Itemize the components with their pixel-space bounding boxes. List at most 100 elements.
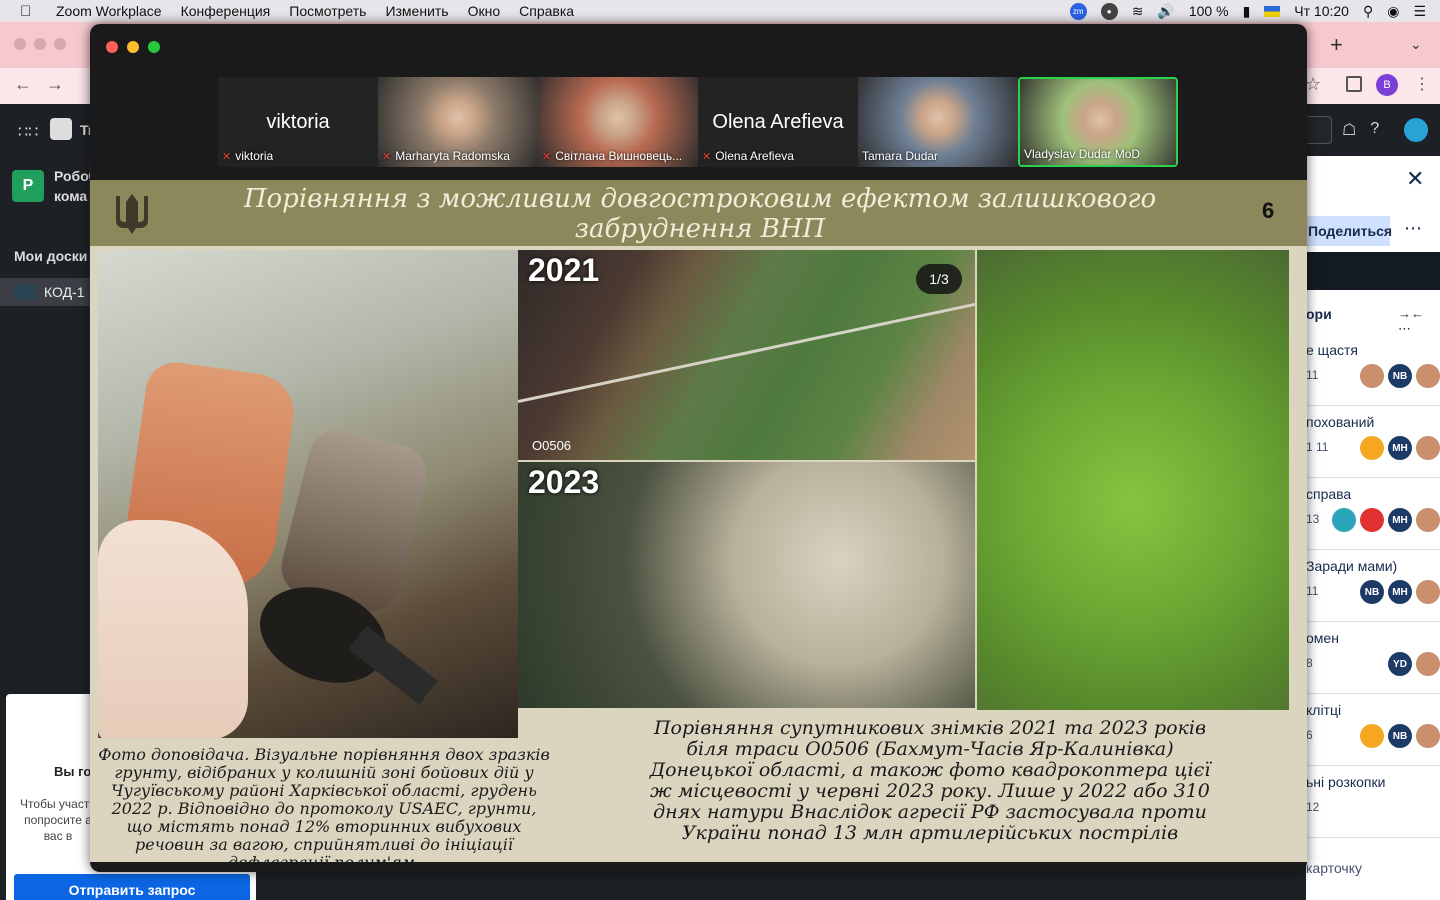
browser-traffic-lights[interactable] bbox=[14, 38, 66, 50]
card-attachment-count: 12 bbox=[1306, 800, 1320, 814]
zoom-status-icon[interactable]: zm bbox=[1069, 2, 1087, 20]
browser-profile-avatar[interactable]: B bbox=[1376, 74, 1398, 96]
participant-label: ✕ viktoria bbox=[222, 149, 273, 163]
add-card-button[interactable]: карточку bbox=[1306, 860, 1362, 876]
screen-share-icon[interactable]: ● bbox=[1100, 2, 1118, 20]
caption-soil-photo: Фото доповідача. Візуальне порівняння дв… bbox=[98, 745, 550, 872]
participant-tile[interactable]: viktoria ✕ viktoria bbox=[218, 77, 378, 167]
menu-window[interactable]: Окно bbox=[468, 3, 501, 19]
list-title[interactable]: ори bbox=[1306, 306, 1332, 322]
muted-mic-icon: ✕ bbox=[222, 150, 232, 163]
side-panel-icon[interactable] bbox=[1346, 76, 1362, 92]
close-window-icon[interactable] bbox=[106, 41, 118, 53]
card-title: справа bbox=[1306, 486, 1352, 502]
menu-conference[interactable]: Конференция bbox=[181, 3, 271, 19]
member-avatar[interactable]: MH bbox=[1388, 580, 1412, 604]
browser-menu-icon[interactable]: ⋮ bbox=[1414, 74, 1430, 94]
menu-app-name[interactable]: Zoom Workplace bbox=[56, 3, 162, 19]
participant-tile[interactable]: ✕ Marharyta Radomska bbox=[378, 77, 538, 167]
trello-card[interactable]: е щастя 11 NB bbox=[1306, 336, 1440, 406]
year-label-2021: 2021 bbox=[528, 252, 600, 288]
card-members: NB bbox=[1360, 724, 1440, 748]
menu-help[interactable]: Справка bbox=[519, 3, 574, 19]
volume-icon[interactable]: 🔊 bbox=[1157, 3, 1174, 20]
card-attachment-count: 1 11 bbox=[1306, 440, 1329, 454]
app-switcher-icon[interactable]: ∷∷ bbox=[18, 122, 38, 142]
member-avatar[interactable] bbox=[1416, 580, 1440, 604]
board-thumbnail bbox=[14, 284, 36, 300]
input-language-flag-icon[interactable] bbox=[1264, 5, 1281, 17]
collapse-list-icon[interactable]: →← ⋯ bbox=[1398, 306, 1440, 337]
muted-mic-icon: ✕ bbox=[382, 150, 392, 163]
card-attachment-count: 6 bbox=[1306, 728, 1313, 742]
trello-card[interactable]: справа 13 MH bbox=[1306, 480, 1440, 550]
battery-percent: 100 % bbox=[1188, 3, 1229, 19]
member-avatar[interactable]: NB bbox=[1360, 580, 1384, 604]
trello-logo-icon[interactable] bbox=[50, 118, 72, 140]
minimize-window-icon[interactable] bbox=[127, 41, 139, 53]
member-avatar[interactable] bbox=[1360, 724, 1384, 748]
board-menu-icon[interactable]: ⋯ bbox=[1404, 218, 1422, 239]
bookmark-star-icon[interactable]: ☆ bbox=[1305, 74, 1321, 95]
share-button[interactable]: Поделиться bbox=[1306, 216, 1392, 246]
menu-view[interactable]: Посмотреть bbox=[289, 3, 366, 19]
soil-samples-photo bbox=[98, 250, 518, 738]
trello-card[interactable]: Заради мами) 11 NB MH bbox=[1306, 552, 1440, 622]
menu-edit[interactable]: Изменить bbox=[385, 3, 448, 19]
member-avatar[interactable] bbox=[1332, 508, 1356, 532]
member-avatar[interactable]: MH bbox=[1388, 508, 1412, 532]
member-avatar[interactable] bbox=[1360, 436, 1384, 460]
member-avatar[interactable]: MH bbox=[1388, 436, 1412, 460]
trello-card[interactable]: ьні розкопки 12 bbox=[1306, 768, 1440, 838]
trello-card[interactable]: клітці 6 NB bbox=[1306, 696, 1440, 766]
new-tab-icon[interactable]: + bbox=[1330, 32, 1343, 58]
image-pager[interactable]: 1/3 bbox=[916, 264, 962, 294]
battery-icon[interactable]: ▮ bbox=[1243, 3, 1251, 20]
participant-label: ✕ Marharyta Radomska bbox=[382, 149, 510, 163]
card-title: клітці bbox=[1306, 702, 1342, 718]
hand bbox=[98, 520, 248, 738]
participant-tile[interactable]: Vladyslav Dudar MoD bbox=[1018, 77, 1178, 167]
workspace-avatar[interactable]: P bbox=[12, 170, 44, 202]
trello-user-avatar[interactable] bbox=[1404, 118, 1428, 142]
trello-card[interactable]: похований 1 11 MH bbox=[1306, 408, 1440, 478]
notifications-icon[interactable]: ☖ bbox=[1342, 120, 1356, 140]
apple-icon[interactable]:  bbox=[20, 3, 38, 20]
back-forward-icons[interactable]: ←→ bbox=[14, 74, 78, 95]
board-banner bbox=[1306, 252, 1440, 290]
send-request-button[interactable]: Отправить запрос bbox=[14, 874, 250, 900]
muted-mic-icon: ✕ bbox=[542, 150, 552, 163]
siri-icon[interactable]: ◉ bbox=[1387, 3, 1399, 20]
muted-mic-icon: ✕ bbox=[702, 150, 712, 163]
member-avatar[interactable] bbox=[1416, 724, 1440, 748]
member-avatar[interactable]: YD bbox=[1388, 652, 1412, 676]
workspace-name[interactable]: Робоч кома bbox=[54, 166, 94, 206]
participant-tile[interactable]: ✕ Світлана Вишновець... bbox=[538, 77, 698, 167]
member-avatar[interactable] bbox=[1360, 364, 1384, 388]
sidebar-board-item[interactable]: КОД-1 bbox=[0, 278, 90, 306]
zoom-meeting-window: viktoria ✕ viktoria ✕ Marharyta Radomska ✕ Сві… bbox=[90, 24, 1307, 872]
member-avatar[interactable]: NB bbox=[1388, 364, 1412, 388]
menubar-clock[interactable]: Чт 10:20 bbox=[1294, 3, 1349, 19]
participant-tile[interactable]: Olena Arefieva ✕ Olena Arefieva bbox=[698, 77, 858, 167]
member-avatar[interactable]: NB bbox=[1388, 724, 1412, 748]
member-avatar[interactable] bbox=[1416, 364, 1440, 388]
card-attachment-count: 11 bbox=[1306, 584, 1319, 598]
spotlight-search-icon[interactable]: ⚲ bbox=[1363, 3, 1373, 20]
menubar-status-area: zm ● ≋ 🔊 100 % ▮ Чт 10:20 ⚲ ◉ ☰ bbox=[1069, 0, 1426, 22]
member-avatar[interactable] bbox=[1416, 436, 1440, 460]
participant-tile[interactable]: Tamara Dudar bbox=[858, 77, 1018, 167]
card-members: NB MH bbox=[1360, 580, 1440, 604]
wifi-icon[interactable]: ≋ bbox=[1132, 3, 1144, 20]
trello-card[interactable]: омен 8 YD bbox=[1306, 624, 1440, 694]
participant-name: Світлана Вишновець... bbox=[555, 149, 683, 163]
member-avatar[interactable] bbox=[1416, 652, 1440, 676]
fullscreen-window-icon[interactable] bbox=[148, 41, 160, 53]
member-avatar[interactable] bbox=[1360, 508, 1384, 532]
slide-title: Порівняння з можливим довгостроковим ефе… bbox=[243, 184, 1157, 244]
member-avatar[interactable] bbox=[1416, 508, 1440, 532]
close-panel-icon[interactable]: ✕ bbox=[1406, 166, 1424, 192]
control-center-icon[interactable]: ☰ bbox=[1413, 3, 1426, 20]
tab-list-chevron-icon[interactable]: ⌄ bbox=[1410, 36, 1422, 53]
help-icon[interactable]: ? bbox=[1370, 120, 1379, 140]
